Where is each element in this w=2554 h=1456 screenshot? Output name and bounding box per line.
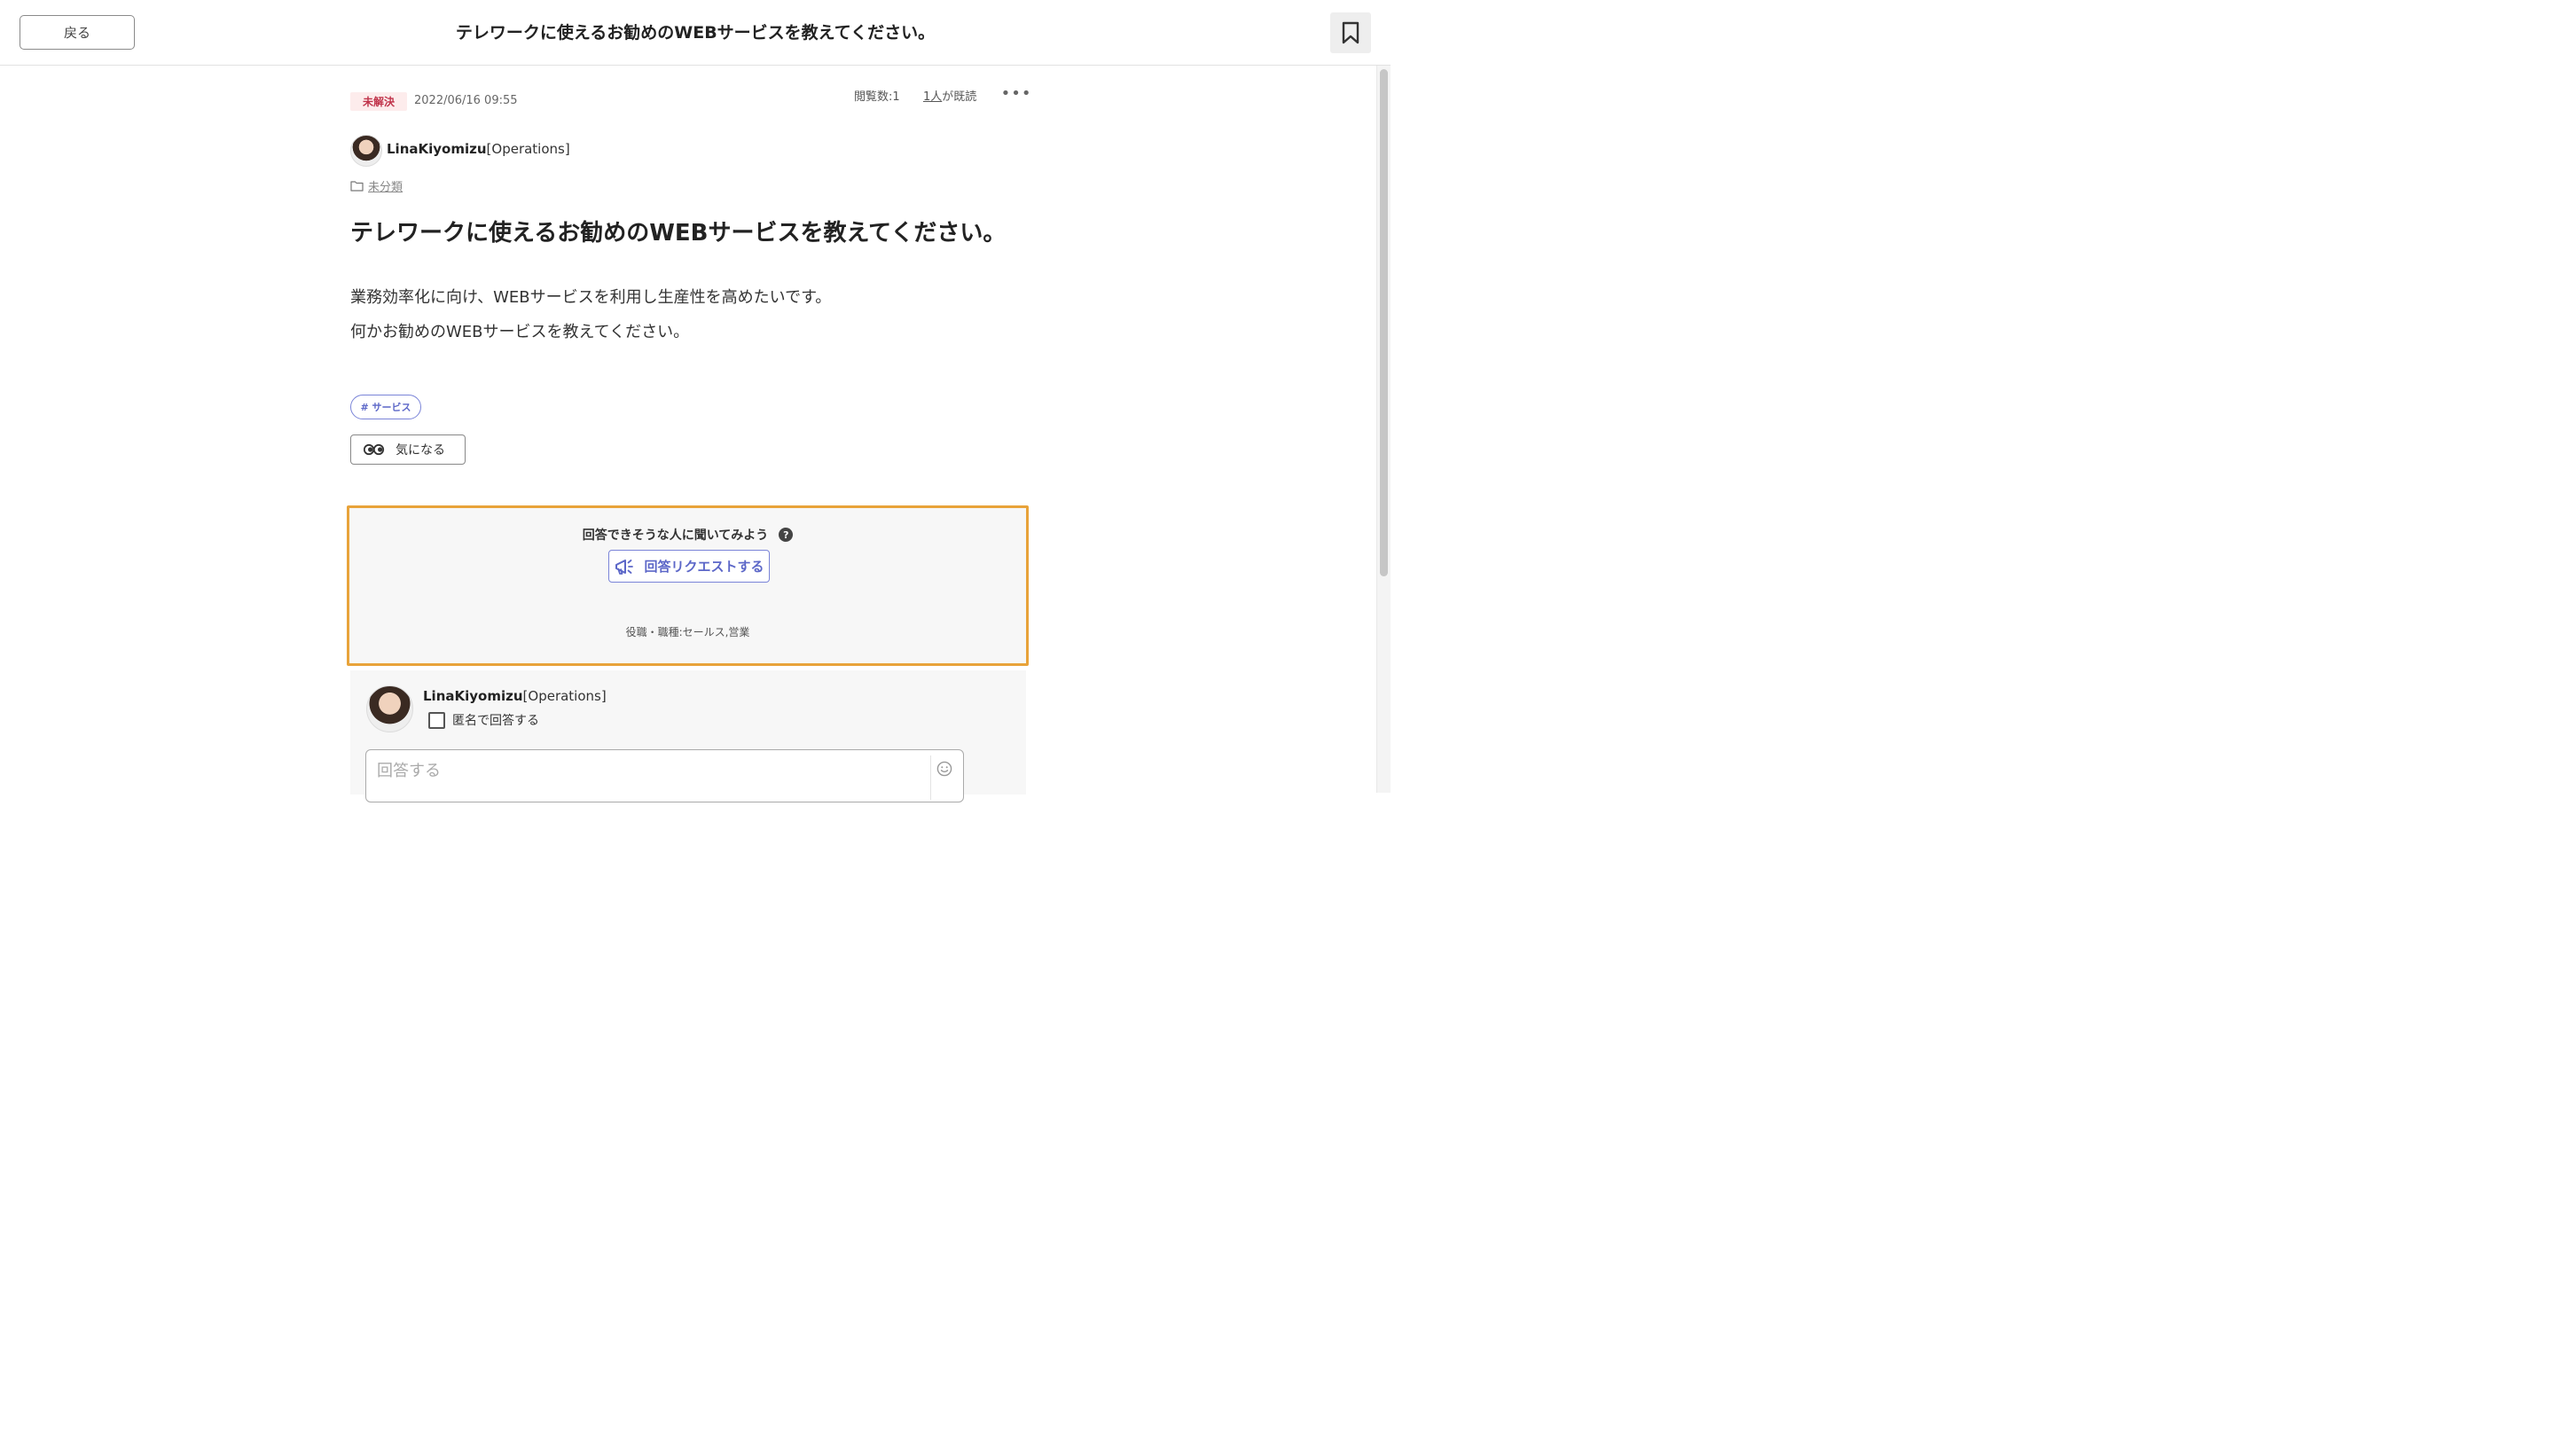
answer-author-dept: [Operations] [522, 688, 607, 704]
bookmark-icon [1342, 21, 1359, 44]
answer-author-name: LinaKiyomizu [423, 688, 523, 704]
question-body: 業務効率化に向け、WEBサービスを利用し生産性を高めたいです。 何かお勧めのWE… [350, 280, 831, 349]
tag-chip[interactable]: # サービス [350, 395, 421, 419]
request-heading-text: 回答できそうな人に聞いてみよう [582, 528, 769, 543]
scrollbar-thumb[interactable] [1380, 69, 1388, 576]
answer-author-line: LinaKiyomizu[Operations] [423, 688, 607, 704]
question-title: テレワークに使えるお勧めのWEBサービスを教えてください。 [350, 220, 1007, 247]
help-icon[interactable]: ? [779, 528, 794, 542]
answer-input[interactable]: 回答する [365, 749, 964, 802]
bookmark-button[interactable] [1330, 12, 1371, 53]
request-role-filter: 役職・職種:セールス,営業 [625, 626, 750, 638]
top-bar: 戻る テレワークに使えるお勧めのWEBサービスを教えてください。 [0, 0, 1391, 66]
header-title: テレワークに使えるお勧めのWEBサービスを教えてください。 [455, 23, 936, 43]
read-count-suffix: が既読 [942, 90, 977, 104]
view-count: 閲覧数:1 [854, 90, 900, 104]
interested-button[interactable]: 気になる [350, 434, 466, 465]
category-link[interactable]: 未分類 [350, 177, 403, 194]
avatar [366, 685, 413, 732]
scrollbar[interactable] [1376, 66, 1391, 793]
avatar[interactable] [350, 135, 382, 167]
read-count: 1人が既読 [923, 87, 976, 104]
more-options-button[interactable]: ••• [1001, 84, 1031, 103]
anonymous-option[interactable]: 匿名で回答する [428, 711, 539, 729]
read-count-link[interactable]: 1人 [923, 90, 942, 104]
category-label: 未分類 [368, 181, 403, 194]
author-line[interactable]: LinaKiyomizu[Operations] [387, 141, 570, 157]
answer-request-button[interactable]: 回答リクエストする [608, 550, 770, 583]
anonymous-label: 匿名で回答する [452, 714, 539, 728]
answer-request-label: 回答リクエストする [644, 559, 764, 575]
eyes-icon [364, 443, 385, 456]
question-body-line: 何かお勧めのWEBサービスを教えてください。 [350, 323, 690, 341]
interested-label: 気になる [396, 443, 445, 458]
folder-icon [350, 181, 364, 192]
author-dept: [Operations] [486, 141, 570, 157]
question-body-line: 業務効率化に向け、WEBサービスを利用し生産性を高めたいです。 [350, 288, 832, 307]
answer-placeholder: 回答する [377, 762, 441, 780]
anonymous-checkbox[interactable] [428, 711, 445, 729]
status-badge: 未解決 [350, 92, 407, 111]
author-name: LinaKiyomizu [387, 141, 487, 157]
megaphone-icon [615, 559, 634, 575]
back-button[interactable]: 戻る [20, 15, 135, 50]
emoji-icon[interactable] [936, 761, 952, 777]
request-heading: 回答できそうな人に聞いてみよう ? [349, 526, 1026, 544]
answer-request-panel: 回答できそうな人に聞いてみよう ? 回答リクエストする 役職・職種:セールス,営… [347, 505, 1029, 666]
post-date: 2022/06/16 09:55 [414, 94, 518, 107]
divider [930, 755, 931, 800]
